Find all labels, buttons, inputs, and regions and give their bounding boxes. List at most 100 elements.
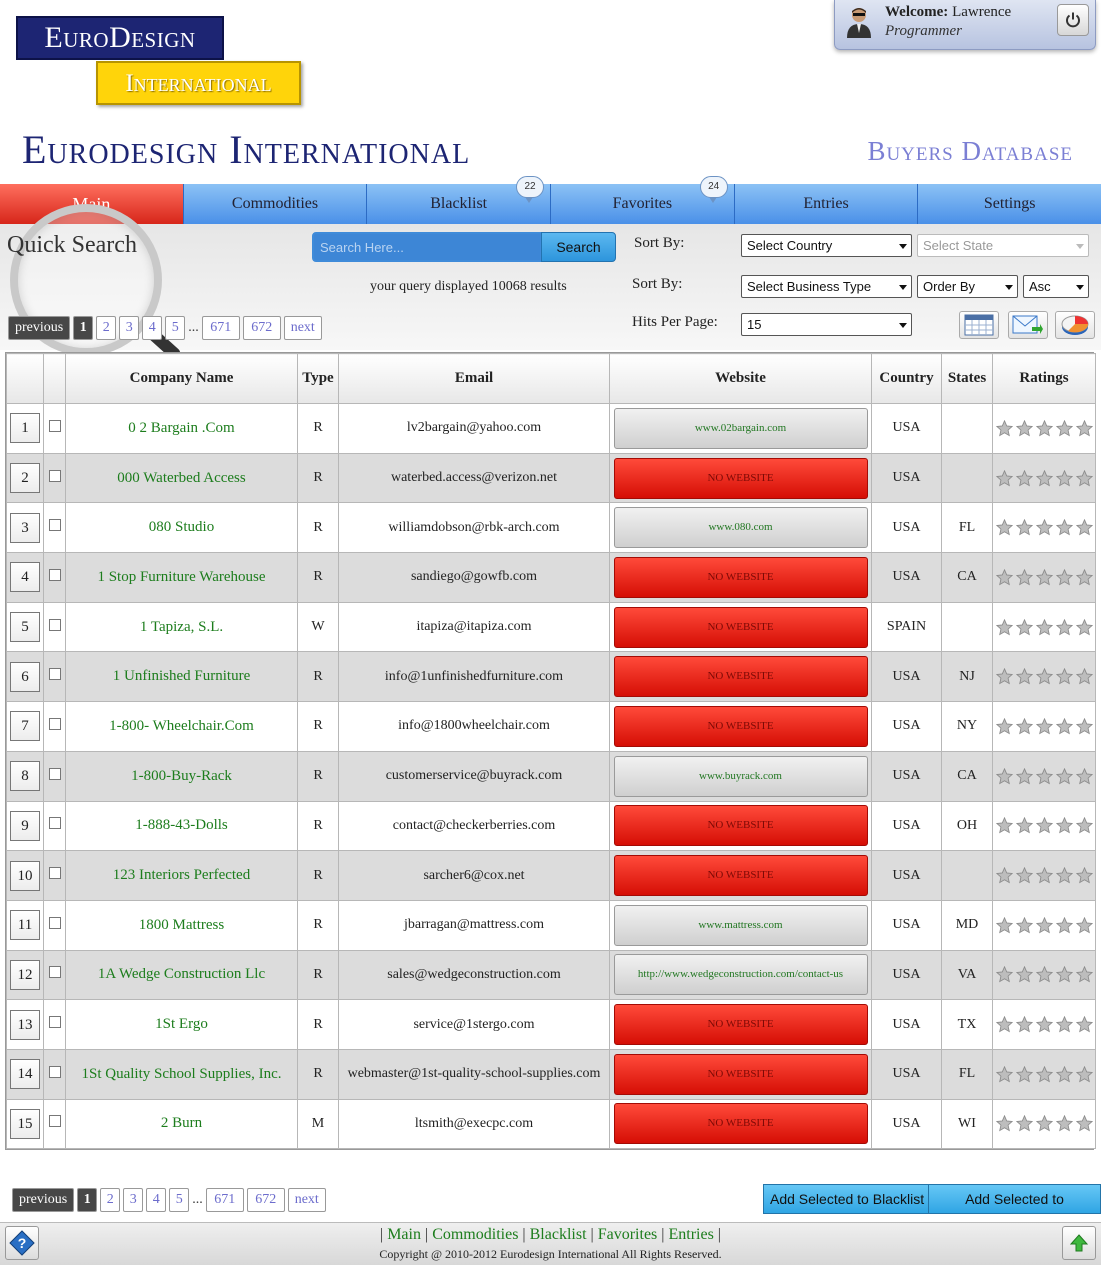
col-header-country[interactable]: Country: [871, 353, 942, 404]
scroll-top-button[interactable]: [1062, 1226, 1096, 1260]
calendar-button[interactable]: [959, 311, 999, 339]
row-checkbox[interactable]: [48, 519, 61, 532]
footer-link-favorites[interactable]: Favorites: [598, 1226, 658, 1243]
star-icon[interactable]: [995, 419, 1013, 437]
col-header-company[interactable]: Company Name: [65, 353, 298, 404]
email-value[interactable]: waterbed.access@verizon.net: [391, 470, 557, 485]
star-rating[interactable]: [993, 568, 1095, 586]
email-value[interactable]: ltsmith@execpc.com: [415, 1116, 533, 1131]
star-icon[interactable]: [1075, 568, 1093, 586]
star-icon[interactable]: [1035, 568, 1053, 586]
star-icon[interactable]: [1055, 419, 1073, 437]
business-type-select[interactable]: Select Business Type: [741, 275, 912, 298]
star-rating[interactable]: [993, 1115, 1095, 1132]
chart-button[interactable]: [1055, 311, 1095, 339]
star-icon[interactable]: [1075, 867, 1093, 884]
company-name-link[interactable]: 0 2 Bargain .Com: [128, 420, 234, 436]
nav-blacklist[interactable]: Blacklist 22: [367, 176, 552, 224]
company-name-link[interactable]: 1 Unfinished Furniture: [113, 668, 250, 684]
row-number[interactable]: 12: [10, 959, 40, 990]
page-4-button[interactable]: 4: [146, 1188, 167, 1212]
page-5-button[interactable]: 5: [169, 1188, 190, 1212]
company-name-link[interactable]: 1-800- Wheelchair.Com: [109, 718, 254, 734]
website-button[interactable]: NO WEBSITE: [613, 1004, 868, 1046]
star-icon[interactable]: [995, 717, 1013, 735]
row-number[interactable]: 11: [10, 910, 40, 941]
star-icon[interactable]: [1015, 867, 1033, 884]
star-rating[interactable]: [993, 717, 1095, 735]
email-value[interactable]: info@1800wheelchair.com: [398, 718, 550, 733]
page-671-button[interactable]: 671: [201, 316, 240, 340]
col-header-states[interactable]: States: [941, 353, 993, 404]
star-rating[interactable]: [993, 1016, 1095, 1033]
website-button[interactable]: www.buyrack.com: [613, 755, 868, 797]
col-header-ratings[interactable]: Ratings: [992, 353, 1096, 404]
email-value[interactable]: williamdobson@rbk-arch.com: [388, 520, 559, 535]
star-icon[interactable]: [1055, 568, 1073, 586]
star-icon[interactable]: [1015, 717, 1033, 735]
star-icon[interactable]: [1035, 419, 1053, 437]
page-2-button[interactable]: 2: [100, 1188, 121, 1212]
row-checkbox[interactable]: [48, 867, 61, 880]
company-name-link[interactable]: 2 Burn: [161, 1115, 202, 1131]
star-icon[interactable]: [995, 966, 1013, 983]
email-value[interactable]: itapiza@itapiza.com: [416, 619, 531, 634]
star-icon[interactable]: [995, 618, 1013, 636]
star-rating[interactable]: [993, 419, 1095, 437]
star-icon[interactable]: [1075, 519, 1093, 536]
star-rating[interactable]: [993, 469, 1095, 487]
company-name-link[interactable]: 1St Quality School Supplies, Inc.: [82, 1066, 282, 1082]
search-button[interactable]: Search: [541, 232, 616, 262]
star-icon[interactable]: [995, 1016, 1013, 1033]
col-header-type[interactable]: Type: [297, 353, 339, 404]
star-icon[interactable]: [1015, 817, 1033, 834]
website-button[interactable]: NO WEBSITE: [613, 1053, 868, 1095]
website-button[interactable]: NO WEBSITE: [613, 1103, 868, 1145]
footer-link-main[interactable]: Main: [387, 1226, 421, 1243]
nav-favorites[interactable]: Favorites 24: [551, 176, 735, 224]
next-page-button[interactable]: next: [287, 1188, 326, 1212]
email-value[interactable]: customerservice@buyrack.com: [386, 768, 563, 783]
company-name-link[interactable]: 1800 Mattress: [139, 917, 224, 933]
star-icon[interactable]: [1035, 717, 1053, 735]
row-checkbox[interactable]: [48, 1065, 61, 1078]
page-3-button[interactable]: 3: [123, 1188, 144, 1212]
row-checkbox[interactable]: [48, 717, 61, 730]
company-name-link[interactable]: 080 Studio: [149, 519, 214, 535]
row-number[interactable]: 13: [10, 1009, 40, 1040]
logout-button[interactable]: [1057, 4, 1089, 36]
previous-page-button[interactable]: previous: [12, 1188, 75, 1212]
row-number[interactable]: 1: [10, 413, 40, 444]
star-rating[interactable]: [993, 519, 1095, 536]
star-icon[interactable]: [1015, 568, 1033, 586]
star-icon[interactable]: [1055, 618, 1073, 636]
star-icon[interactable]: [1075, 618, 1093, 636]
star-icon[interactable]: [1055, 668, 1073, 685]
website-button[interactable]: NO WEBSITE: [613, 705, 868, 747]
row-checkbox[interactable]: [48, 767, 61, 780]
page-671-button[interactable]: 671: [205, 1188, 244, 1212]
email-value[interactable]: contact@checkerberries.com: [393, 818, 556, 833]
star-icon[interactable]: [1075, 419, 1093, 437]
email-value[interactable]: jbarragan@mattress.com: [404, 917, 544, 932]
order-by-select[interactable]: Order By: [917, 275, 1018, 298]
website-button[interactable]: NO WEBSITE: [613, 855, 868, 897]
email-value[interactable]: sarcher6@cox.net: [423, 868, 524, 883]
star-icon[interactable]: [995, 1115, 1013, 1132]
col-header-email[interactable]: Email: [338, 353, 610, 404]
footer-link-commodities[interactable]: Commodities: [432, 1226, 518, 1243]
logo-international[interactable]: International: [96, 61, 301, 105]
star-icon[interactable]: [1055, 817, 1073, 834]
row-checkbox[interactable]: [48, 419, 61, 432]
website-button[interactable]: NO WEBSITE: [613, 805, 868, 847]
star-icon[interactable]: [1075, 916, 1093, 934]
star-rating[interactable]: [993, 668, 1095, 685]
page-2-button[interactable]: 2: [96, 316, 117, 340]
page-3-button[interactable]: 3: [119, 316, 140, 340]
star-icon[interactable]: [1075, 717, 1093, 735]
company-name-link[interactable]: 1St Ergo: [155, 1016, 208, 1032]
row-checkbox[interactable]: [48, 618, 61, 631]
row-number[interactable]: 15: [10, 1108, 40, 1139]
star-icon[interactable]: [1035, 618, 1053, 636]
star-icon[interactable]: [995, 469, 1013, 487]
